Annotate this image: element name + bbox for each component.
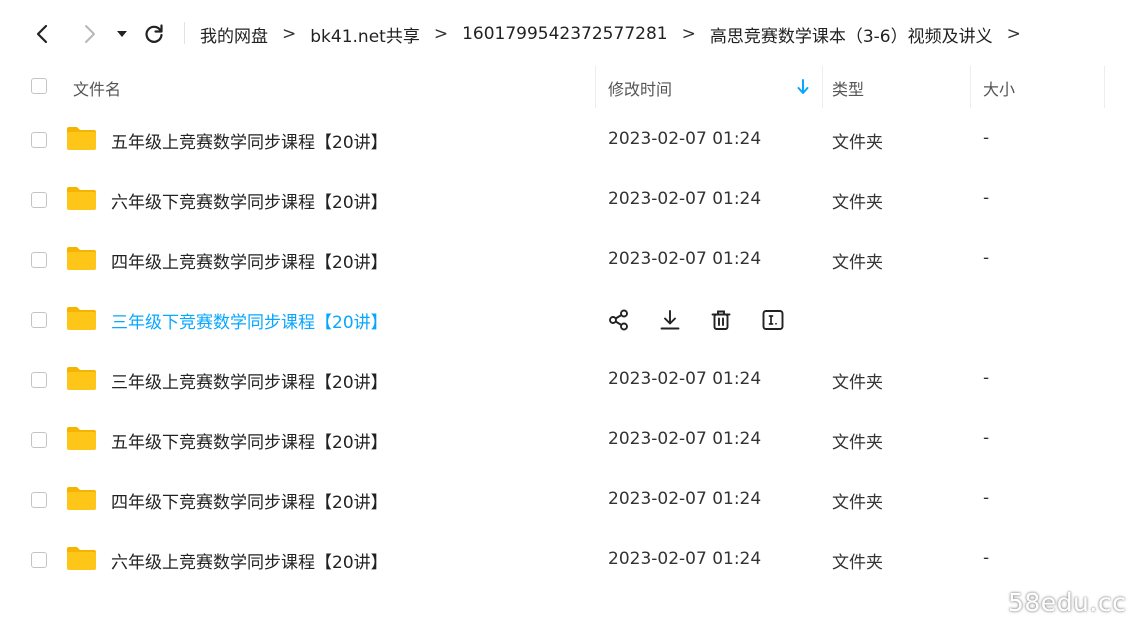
file-row[interactable]: 五年级下竞赛数学同步课程【20讲】 2023-02-07 01:24 文件夹 -: [0, 410, 1130, 470]
file-row[interactable]: 四年级下竞赛数学同步课程【20讲】 2023-02-07 01:24 文件夹 -: [0, 470, 1130, 530]
file-name[interactable]: 五年级上竞赛数学同步课程【20讲】: [111, 128, 388, 153]
folder-icon: [67, 427, 96, 450]
column-header-name[interactable]: 文件名: [73, 76, 121, 100]
chevron-right-icon: [85, 25, 95, 43]
refresh-icon: [145, 24, 163, 43]
file-row[interactable]: 三年级上竞赛数学同步课程【20讲】 2023-02-07 01:24 文件夹 -: [0, 350, 1130, 410]
row-checkbox[interactable]: [31, 132, 47, 148]
row-checkbox[interactable]: [31, 552, 47, 568]
file-modified-time: 2023-02-07 01:24: [608, 189, 762, 209]
folder-icon: [67, 367, 96, 390]
folder-icon: [67, 547, 96, 570]
file-size: -: [983, 188, 990, 208]
file-list-header: 文件名 修改时间 类型 大小: [0, 66, 1130, 108]
breadcrumb-separator: >: [681, 24, 696, 44]
file-type: 文件夹: [832, 253, 883, 273]
breadcrumb-item-root[interactable]: 我的网盘: [200, 22, 268, 47]
file-row[interactable]: 六年级上竞赛数学同步课程【20讲】 2023-02-07 01:24 文件夹 -: [0, 530, 1130, 590]
file-modified-time: 2023-02-07 01:24: [608, 129, 762, 149]
history-dropdown-button[interactable]: [110, 20, 134, 48]
file-size: -: [983, 128, 990, 148]
rename-icon: [762, 310, 784, 330]
file-name[interactable]: 六年级下竞赛数学同步课程【20讲】: [111, 188, 388, 213]
delete-icon: [711, 310, 731, 330]
file-name[interactable]: 四年级上竞赛数学同步课程【20讲】: [111, 248, 388, 273]
column-divider: [1104, 66, 1105, 108]
file-type: 文件夹: [832, 553, 883, 573]
row-checkbox[interactable]: [31, 372, 47, 388]
toolbar-divider: [184, 22, 185, 44]
breadcrumb-separator: >: [282, 24, 297, 44]
watermark-text: 58edu.cc: [1008, 588, 1127, 617]
file-modified-time: 2023-02-07 01:24: [608, 489, 762, 509]
folder-icon: [67, 187, 96, 210]
file-type: 文件夹: [832, 133, 883, 153]
folder-icon: [67, 307, 96, 330]
column-header-size[interactable]: 大小: [983, 76, 1015, 100]
file-type: 文件夹: [832, 193, 883, 213]
file-name[interactable]: 三年级下竞赛数学同步课程【20讲】: [111, 308, 388, 333]
file-size: -: [983, 248, 990, 268]
file-modified-time: 2023-02-07 01:24: [608, 249, 762, 269]
row-checkbox[interactable]: [31, 492, 47, 508]
file-modified-time: 2023-02-07 01:24: [608, 369, 762, 389]
file-modified-time: 2023-02-07 01:24: [608, 549, 762, 569]
refresh-button[interactable]: [140, 20, 168, 48]
delete-button[interactable]: [708, 307, 734, 333]
sort-descending-icon[interactable]: [797, 79, 809, 95]
breadcrumb-item-id[interactable]: 1601799542372577281: [462, 24, 668, 44]
share-icon: [609, 309, 628, 331]
download-button[interactable]: [657, 307, 683, 333]
back-button[interactable]: [28, 20, 56, 48]
navigation-toolbar: 我的网盘 > bk41.net共享 > 1601799542372577281 …: [0, 0, 1130, 66]
file-modified-time: 2023-02-07 01:24: [608, 429, 762, 449]
file-name[interactable]: 四年级下竞赛数学同步课程【20讲】: [111, 488, 388, 513]
select-all-checkbox[interactable]: [31, 78, 47, 94]
breadcrumb: 我的网盘 > bk41.net共享 > 1601799542372577281 …: [200, 20, 1035, 48]
chevron-left-icon: [36, 24, 48, 44]
row-checkbox[interactable]: [31, 252, 47, 268]
caret-down-icon: [117, 31, 127, 37]
column-divider: [822, 66, 823, 108]
forward-button[interactable]: [76, 20, 104, 48]
file-size: -: [983, 428, 990, 448]
file-type: 文件夹: [832, 373, 883, 393]
file-size: -: [983, 548, 990, 568]
folder-icon: [67, 247, 96, 270]
file-type: 文件夹: [832, 433, 883, 453]
row-checkbox[interactable]: [31, 192, 47, 208]
file-name[interactable]: 五年级下竞赛数学同步课程【20讲】: [111, 428, 388, 453]
row-checkbox[interactable]: [31, 312, 47, 328]
file-size: -: [983, 368, 990, 388]
breadcrumb-item-share[interactable]: bk41.net共享: [310, 22, 420, 47]
column-header-type[interactable]: 类型: [832, 76, 864, 100]
column-divider: [595, 66, 596, 108]
download-icon: [660, 310, 680, 330]
file-name[interactable]: 三年级上竞赛数学同步课程【20讲】: [111, 368, 388, 393]
file-row[interactable]: 四年级上竞赛数学同步课程【20讲】 2023-02-07 01:24 文件夹 -: [0, 230, 1130, 290]
rename-button[interactable]: [760, 307, 786, 333]
column-divider: [970, 66, 971, 108]
breadcrumb-separator[interactable]: >: [1007, 24, 1021, 44]
breadcrumb-item-current[interactable]: 高思竞赛数学课本（3-6）视频及讲义: [710, 22, 993, 47]
breadcrumb-separator: >: [433, 24, 449, 44]
folder-icon: [67, 127, 96, 150]
column-header-modified[interactable]: 修改时间: [608, 76, 672, 100]
file-size: -: [983, 488, 990, 508]
folder-icon: [67, 487, 96, 510]
row-checkbox[interactable]: [31, 432, 47, 448]
file-row[interactable]: 六年级下竞赛数学同步课程【20讲】 2023-02-07 01:24 文件夹 -: [0, 170, 1130, 230]
share-button[interactable]: [606, 307, 632, 333]
file-type: 文件夹: [832, 493, 883, 513]
file-row-hovered[interactable]: 三年级下竞赛数学同步课程【20讲】: [0, 290, 1130, 350]
file-row[interactable]: 五年级上竞赛数学同步课程【20讲】 2023-02-07 01:24 文件夹 -: [0, 110, 1130, 170]
file-name[interactable]: 六年级上竞赛数学同步课程【20讲】: [111, 548, 388, 573]
